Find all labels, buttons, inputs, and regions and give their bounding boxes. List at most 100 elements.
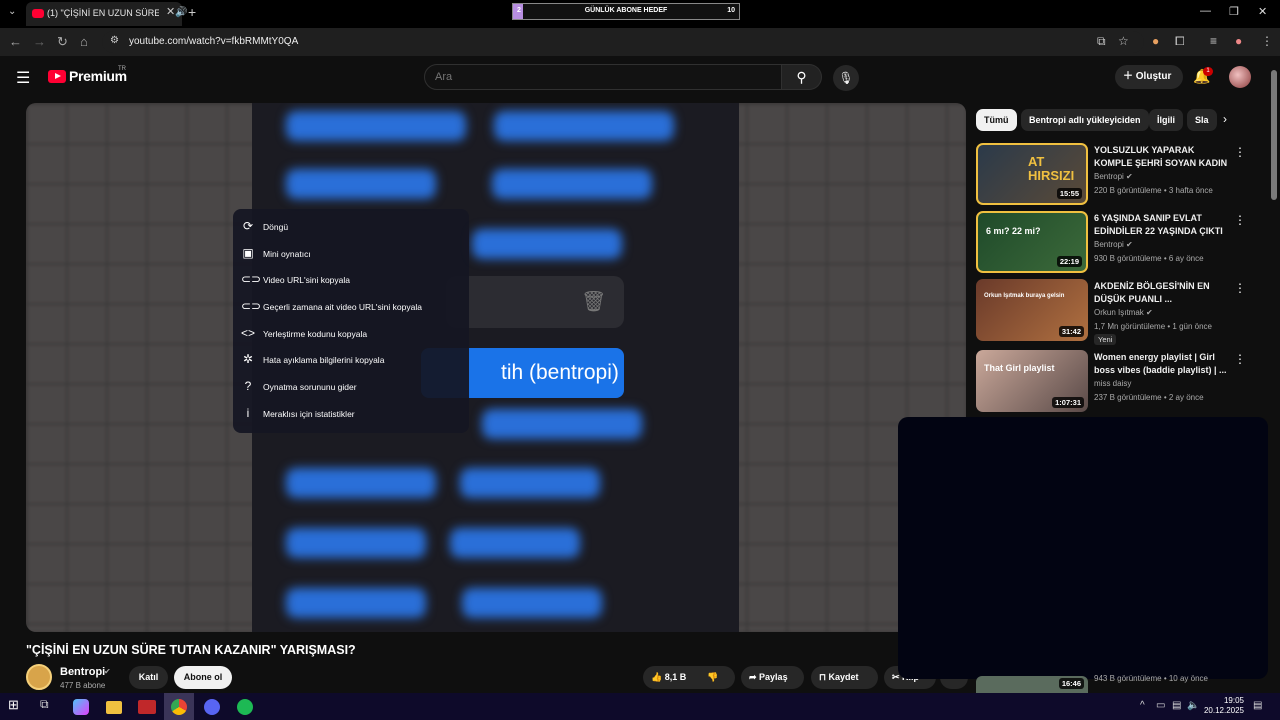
channel-name[interactable]: Bentropi bbox=[60, 666, 105, 678]
extension-icon[interactable]: ● bbox=[1152, 34, 1159, 48]
app-icon[interactable] bbox=[138, 700, 156, 714]
home-icon[interactable]: ⌂ bbox=[80, 34, 88, 49]
chrome-icon[interactable] bbox=[171, 699, 187, 715]
recommendation-item[interactable]: AT HIRSIZI 15:55 YOLSUZLUK YAPARAK KOMPLE … bbox=[976, 143, 1246, 205]
recommendation-title[interactable]: AKDENİZ BÖLGESİ'NİN EN DÜŞÜK PUANLI ... bbox=[1094, 280, 1232, 306]
guide-menu-icon[interactable]: ☰ bbox=[16, 68, 30, 88]
page-scrollbar[interactable] bbox=[1268, 56, 1280, 693]
discord-icon[interactable] bbox=[204, 699, 220, 715]
context-menu-item[interactable]: ⟳ Döngü bbox=[233, 214, 469, 240]
context-menu-item[interactable]: i Meraklısı için istatistikler bbox=[233, 401, 469, 427]
address-bar[interactable]: ⚙ youtube.com/watch?v=fkbRMMtY0QA bbox=[102, 31, 1144, 53]
chevron-right-icon[interactable]: › bbox=[1223, 112, 1227, 126]
clock-time: 19:05 bbox=[1223, 696, 1244, 705]
system-clock[interactable]: 19:05 20.12.2025 bbox=[1196, 696, 1244, 716]
join-button[interactable]: Katıl bbox=[129, 666, 168, 689]
like-count[interactable]: 8,1 B bbox=[665, 672, 687, 682]
filter-chip[interactable]: İlgili bbox=[1149, 109, 1183, 131]
new-tab-icon[interactable]: + bbox=[188, 4, 196, 20]
task-view-icon[interactable]: ⧉ bbox=[40, 697, 60, 716]
spotify-icon[interactable] bbox=[237, 699, 253, 715]
notifications-icon[interactable]: ▤ bbox=[1253, 700, 1262, 711]
more-options-icon[interactable]: ⋮ bbox=[1234, 281, 1246, 295]
minimize-icon[interactable]: — bbox=[1200, 5, 1211, 17]
context-menu-item[interactable]: ▣ Mini oynatıcı bbox=[233, 241, 469, 267]
share-button[interactable]: ➦ Paylaş bbox=[741, 666, 804, 689]
bookmark-star-icon[interactable]: ☆ bbox=[1118, 34, 1129, 48]
recommendation-channel[interactable]: Orkun Işıtmak ✔ bbox=[1094, 308, 1153, 317]
recommendation-thumbnail[interactable]: That Girl playlist 1:07:31 bbox=[976, 350, 1088, 412]
context-menu-item[interactable]: <> Yerleştirme kodunu kopyala bbox=[233, 321, 469, 347]
like-icon[interactable]: 👍 bbox=[651, 672, 662, 682]
voice-search-button[interactable]: 🎙 bbox=[833, 65, 859, 91]
channel-avatar[interactable] bbox=[26, 664, 52, 690]
recommendation-thumbnail[interactable]: AT HIRSIZI 15:55 bbox=[976, 143, 1088, 205]
more-options-icon[interactable]: ⋮ bbox=[1234, 145, 1246, 159]
install-app-icon[interactable]: ⧉ bbox=[1097, 34, 1106, 49]
copilot-icon[interactable] bbox=[73, 699, 89, 715]
tray-overflow-icon[interactable]: ^ bbox=[1140, 700, 1145, 711]
back-icon[interactable]: ← bbox=[9, 34, 22, 49]
forward-icon[interactable]: → bbox=[33, 34, 46, 49]
search-input[interactable] bbox=[424, 64, 782, 90]
recommendation-thumbnail[interactable]: 6 mı? 22 mi? 22:19 bbox=[976, 211, 1088, 273]
recommendation-item[interactable]: Orkun Işıtmak buraya gelsin 31:42 AKDENİZ … bbox=[976, 279, 1246, 345]
account-avatar[interactable] bbox=[1229, 66, 1251, 88]
channel-name: Orkun Işıtmak bbox=[1094, 308, 1144, 317]
blurred-chat-bubble bbox=[286, 468, 436, 498]
goal-label: GÜNLÜK ABONE HEDEF bbox=[584, 7, 668, 14]
scrollbar-thumb[interactable] bbox=[1271, 70, 1277, 200]
channel-name: Bentropi bbox=[1094, 240, 1124, 249]
dislike-icon[interactable]: 👎 bbox=[707, 666, 718, 689]
extensions-puzzle-icon[interactable]: ⧠ bbox=[1175, 34, 1185, 49]
related-filter-chips: Tümü Bentropi adlı yükleyiciden İlgili Sla bbox=[976, 109, 1240, 131]
microphone-icon: 🎙 bbox=[838, 71, 854, 85]
recommendation-channel[interactable]: miss daisy bbox=[1094, 379, 1131, 388]
tab-close-icon[interactable]: ✕ bbox=[166, 5, 175, 18]
filter-chip[interactable]: Bentropi adlı yükleyiciden bbox=[1021, 109, 1149, 131]
youtube-favicon-icon bbox=[32, 9, 44, 18]
recommendation-channel[interactable]: Bentropi ✔ bbox=[1094, 172, 1133, 181]
save-button[interactable]: ⊓ Kaydet bbox=[811, 666, 878, 689]
blurred-chat-bubble bbox=[286, 588, 426, 618]
filter-chip[interactable]: Tümü bbox=[976, 109, 1017, 131]
recommendation-title[interactable]: 6 YAŞINDA SANIP EVLAT EDİNDİLER 22 YAŞIN… bbox=[1094, 212, 1232, 238]
video-player[interactable]: 🗑 tih (bentropi) bbox=[26, 103, 966, 632]
recommendation-thumbnail[interactable]: 16:46 bbox=[976, 676, 1088, 693]
context-menu-item[interactable]: ? Oynatma sorununu gider bbox=[233, 374, 469, 400]
subscribe-button[interactable]: Abone ol bbox=[174, 666, 232, 689]
site-info-icon[interactable]: ⚙ bbox=[110, 35, 119, 46]
tray-app-icon[interactable]: ▭ bbox=[1156, 700, 1165, 711]
recommendation-title[interactable]: Women energy playlist | Girl boss vibes … bbox=[1094, 351, 1232, 377]
restore-icon[interactable]: ❐ bbox=[1229, 5, 1239, 18]
recommendation-thumbnail[interactable]: Orkun Işıtmak buraya gelsin 31:42 bbox=[976, 279, 1088, 341]
browser-menu-icon[interactable]: ⋮ bbox=[1261, 34, 1273, 48]
window-close-icon[interactable]: ✕ bbox=[1258, 5, 1267, 18]
recommendation-channel[interactable]: Bentropi ✔ bbox=[1094, 240, 1133, 249]
file-explorer-icon[interactable] bbox=[106, 701, 122, 714]
context-menu-item[interactable]: ✲ Hata ayıklama bilgilerini kopyala bbox=[233, 347, 469, 373]
windows-start-icon[interactable]: ⊞ bbox=[8, 697, 28, 716]
network-icon[interactable]: ▤ bbox=[1172, 700, 1181, 711]
media-control-icon[interactable]: ≡ bbox=[1210, 34, 1217, 48]
more-options-icon[interactable]: ⋮ bbox=[1234, 352, 1246, 366]
recommendation-title[interactable]: YOLSUZLUK YAPARAK KOMPLE ŞEHRİ SOYAN KAD… bbox=[1094, 144, 1232, 170]
like-dislike-group: 👍 8,1 B 👎 bbox=[643, 666, 735, 689]
audio-playing-icon[interactable]: 🔊 bbox=[175, 7, 187, 18]
profile-icon[interactable]: ● bbox=[1235, 34, 1242, 48]
context-menu-item[interactable]: ⊂⊃ Geçerli zamana ait video URL'sini kopy… bbox=[233, 294, 469, 320]
search-icon: ⚲ bbox=[796, 69, 807, 85]
browser-tab[interactable]: (1) "ÇİŞİNİ EN UZUN SÜRE 🔊 bbox=[26, 2, 187, 26]
recommendation-item[interactable]: 6 mı? 22 mi? 22:19 6 YAŞINDA SANIP EVLAT E… bbox=[976, 211, 1246, 273]
filter-chip[interactable]: Sla bbox=[1187, 109, 1217, 131]
recommendation-meta: 1,7 Mn görüntüleme • 1 gün önce bbox=[1094, 322, 1212, 331]
create-button[interactable]: ＋ Oluştur bbox=[1115, 65, 1183, 89]
search-button[interactable]: ⚲ bbox=[782, 64, 822, 90]
more-options-icon[interactable]: ⋮ bbox=[1234, 213, 1246, 227]
context-menu-item[interactable]: ⊂⊃ Video URL'sini kopyala bbox=[233, 267, 469, 293]
recommendation-item[interactable]: That Girl playlist 1:07:31 Women energy pl… bbox=[976, 350, 1246, 412]
youtube-logo-icon[interactable] bbox=[48, 70, 66, 83]
reload-icon[interactable]: ↻ bbox=[57, 34, 68, 50]
context-menu-label: Video URL'sini kopyala bbox=[263, 275, 350, 285]
tab-search-icon[interactable]: ⌄ bbox=[8, 6, 16, 17]
